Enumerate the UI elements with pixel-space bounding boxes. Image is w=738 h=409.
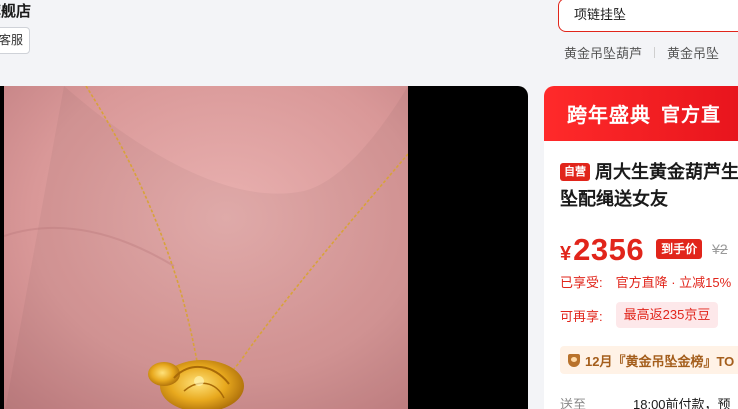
hot-word-link[interactable]: 黄金吊坠葫芦: [564, 43, 642, 62]
jd-beans-badge[interactable]: 最高返235京豆: [615, 302, 719, 328]
extra-benefit-label: 可再享:: [560, 308, 603, 324]
promo-banner-title: 跨年盛典: [567, 105, 651, 127]
promo-banner-subtitle: 官方直: [661, 105, 722, 126]
shipping-label: 送至: [560, 397, 587, 409]
customer-service-button[interactable]: 客服: [0, 27, 31, 54]
promo-row[interactable]: 已享受: 官方直降 · 立减15%: [560, 272, 731, 291]
product-title: 自营 周大生黄金葫芦生财挂坠配绳送女友: [560, 159, 738, 213]
product-info-panel: 跨年盛典 官方直 自营 周大生黄金葫芦生财挂坠配绳送女友 ¥ 2356 到手价 …: [544, 86, 738, 409]
product-gallery[interactable]: [0, 86, 528, 409]
search-input[interactable]: 项链挂坠: [558, 0, 738, 32]
product-title-block: 自营 周大生黄金葫芦生财挂坠配绳送女友: [560, 159, 738, 213]
price-row: ¥ 2356 到手价 ¥2: [560, 232, 728, 268]
ranking-badge[interactable]: 12月『黄金吊坠金榜』TO: [560, 346, 738, 374]
currency-symbol: ¥: [560, 243, 572, 265]
medal-icon: [568, 353, 580, 367]
divider: [654, 47, 656, 58]
ranking-text: 12月『黄金吊坠金榜』TO: [585, 353, 735, 369]
promo-value: 官方直降 · 立减15%: [615, 275, 732, 290]
promo-label: 已享受:: [560, 275, 603, 290]
final-price-badge: 到手价: [656, 239, 703, 259]
promo-banner[interactable]: 跨年盛典 官方直: [544, 86, 738, 141]
shop-name[interactable]: 旗舰店: [0, 0, 31, 21]
self-operated-badge: 自营: [560, 163, 590, 181]
hot-search-words: 黄金吊坠葫芦 黄金吊坠: [564, 43, 719, 62]
shipping-row[interactable]: 送至 18:00前付款，预: [560, 394, 731, 409]
shipping-value: 18:00前付款，预: [633, 397, 731, 409]
hot-word-link[interactable]: 黄金吊坠: [667, 43, 719, 62]
product-main-image[interactable]: [4, 86, 408, 409]
extra-benefit-row: 可再享: 最高返235京豆: [560, 302, 719, 328]
original-price: ¥2: [712, 241, 728, 257]
final-price: 2356: [573, 232, 645, 267]
